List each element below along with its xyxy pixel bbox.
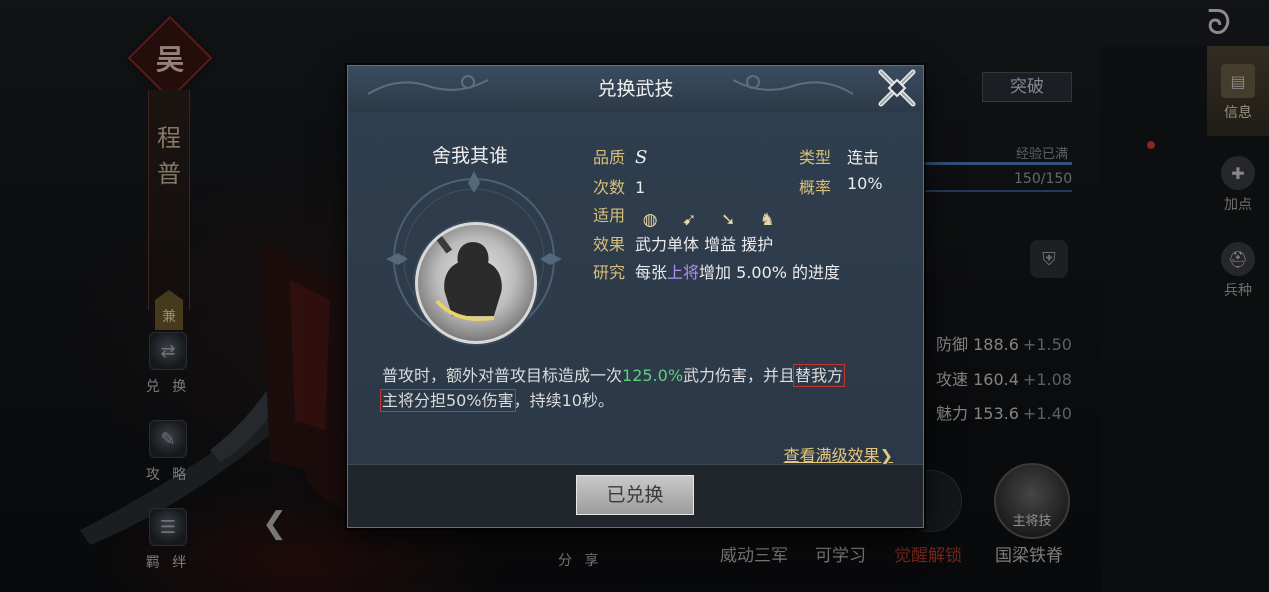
count-row: 次数 1 [593, 174, 645, 198]
count-value: 1 [635, 178, 646, 197]
skill-description: 普攻时，额外对普攻目标造成一次125.0%武力伤害，并且替我方主将分担50%伤害… [380, 363, 902, 413]
desc-percent: 125.0% [622, 366, 684, 385]
quality-label: 品质 [593, 148, 626, 167]
research-row: 研究 每张上将增加 5.00% 的进度 [593, 259, 840, 283]
dialog-title: 兑换武技 [597, 78, 674, 100]
dialog-footer: 已兑换 [348, 464, 923, 527]
spear-icon: ➘ [721, 210, 736, 230]
close-icon[interactable] [875, 66, 919, 110]
quality-value: S [635, 147, 648, 168]
effect-row: 效果 武力单体 增益 援护 [593, 231, 773, 255]
applicable-row: 适用 ◍ ➹ ➘ ♞ [593, 202, 791, 230]
redeemed-button[interactable]: 已兑换 [576, 475, 694, 515]
desc-text: ，持续10秒。 [513, 391, 614, 410]
desc-highlight-box: 替我方 [793, 364, 846, 387]
research-highlight: 上将 [667, 263, 700, 282]
count-label: 次数 [593, 178, 626, 197]
horse-icon: ♞ [759, 210, 776, 230]
full-effect-label: 查看满级效果 [783, 446, 880, 465]
research-prefix: 每张 [635, 263, 668, 282]
type-value: 连击 [847, 148, 880, 167]
chevron-right-icon: ❯ [879, 446, 893, 465]
view-full-effect-link[interactable]: 查看满级效果❯ [784, 442, 893, 466]
applicable-label: 适用 [593, 206, 626, 225]
quality-row: 品质 S [593, 144, 647, 168]
type-label: 类型 [799, 148, 832, 167]
effect-label: 效果 [593, 235, 626, 254]
research-label: 研究 [593, 263, 626, 282]
desc-text: 武力伤害，并且 [683, 366, 796, 385]
dialog-header: 兑换武技 [348, 66, 923, 113]
exchange-skill-dialog: 兑换武技 舍我其谁 品质 S 类型 连击 次数 1 概率 10% 适用 ◍ ➹ … [347, 65, 924, 528]
rate-label: 概率 [799, 178, 832, 197]
skill-name: 舍我其谁 [432, 145, 509, 167]
research-suffix: 增加 5.00% 的进度 [699, 263, 841, 282]
skill-portrait-icon [415, 222, 537, 344]
effect-value: 武力单体 增益 援护 [635, 235, 774, 254]
rate-value: 10% [847, 174, 883, 193]
dialog-body: 舍我其谁 品质 S 类型 连击 次数 1 概率 10% 适用 ◍ ➹ ➘ ♞ 效… [348, 112, 923, 466]
desc-highlight-box: 主将分担50%伤害 [380, 389, 516, 412]
bow-icon: ➹ [682, 210, 697, 230]
desc-text: 普攻时，额外对普攻目标造成一次 [382, 366, 623, 385]
shield-icon: ◍ [642, 210, 658, 230]
warrior-silhouette-icon [435, 234, 502, 321]
